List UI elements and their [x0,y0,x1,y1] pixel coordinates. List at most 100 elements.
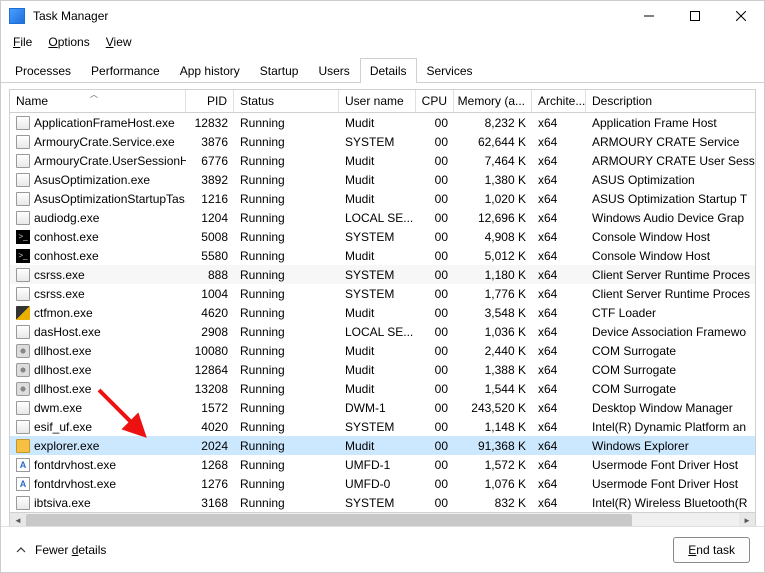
process-desc: Windows Explorer [586,439,755,453]
table-row[interactable]: Afontdrvhost.exe1276RunningUMFD-0001,076… [10,474,755,493]
table-row[interactable]: dwm.exe1572RunningDWM-100243,520 Kx64Des… [10,398,755,417]
process-pid: 10080 [186,344,234,358]
table-row[interactable]: dasHost.exe2908RunningLOCAL SE...001,036… [10,322,755,341]
process-pid: 1004 [186,287,234,301]
process-desc: Console Window Host [586,230,755,244]
process-arch: x64 [532,249,586,263]
table-row[interactable]: Afontdrvhost.exe1268RunningUMFD-1001,572… [10,455,755,474]
process-status: Running [234,439,339,453]
tab-performance[interactable]: Performance [81,58,170,83]
table-row[interactable]: csrss.exe888RunningSYSTEM001,180 Kx64Cli… [10,265,755,284]
table-row[interactable]: ctfmon.exe4620RunningMudit003,548 Kx64CT… [10,303,755,322]
process-pid: 1276 [186,477,234,491]
minimize-button[interactable] [626,1,672,31]
table-row[interactable]: AsusOptimization.exe3892RunningMudit001,… [10,170,755,189]
process-arch: x64 [532,173,586,187]
process-desc: ASUS Optimization [586,173,755,187]
process-memory: 7,464 K [454,154,532,168]
app-icon [9,8,25,24]
table-row[interactable]: dllhost.exe10080RunningMudit002,440 Kx64… [10,341,755,360]
process-cpu: 00 [416,496,454,510]
col-cpu[interactable]: CPU [416,90,454,112]
process-memory: 1,776 K [454,287,532,301]
menu-options[interactable]: Options [40,32,97,52]
col-pid[interactable]: PID [186,90,234,112]
process-cpu: 00 [416,401,454,415]
process-arch: x64 [532,306,586,320]
table-row[interactable]: ApplicationFrameHost.exe12832RunningMudi… [10,113,755,132]
process-desc: CTF Loader [586,306,755,320]
process-name: fontdrvhost.exe [34,458,116,472]
table-row[interactable]: >_conhost.exe5580RunningMudit005,012 Kx6… [10,246,755,265]
tab-processes[interactable]: Processes [5,58,81,83]
end-task-button[interactable]: End task [673,537,750,563]
process-desc: Intel(R) Dynamic Platform an [586,420,755,434]
process-memory: 1,544 K [454,382,532,396]
process-arch: x64 [532,230,586,244]
process-desc: ARMOURY CRATE Service [586,135,755,149]
close-button[interactable] [718,1,764,31]
process-desc: Windows Audio Device Grap [586,211,755,225]
col-status[interactable]: Status [234,90,339,112]
table-row[interactable]: audiodg.exe1204RunningLOCAL SE...0012,69… [10,208,755,227]
col-user[interactable]: User name [339,90,416,112]
col-architecture[interactable]: Archite... [532,90,586,112]
chevron-up-icon [15,544,27,556]
process-arch: x64 [532,325,586,339]
table-row[interactable]: ArmouryCrate.UserSessionH...6776RunningM… [10,151,755,170]
process-memory: 243,520 K [454,401,532,415]
fewer-details-button[interactable]: Fewer details [15,543,106,557]
process-icon [16,287,30,301]
process-name: ApplicationFrameHost.exe [34,116,175,130]
process-pid: 888 [186,268,234,282]
process-pid: 12864 [186,363,234,377]
process-memory: 91,368 K [454,439,532,453]
process-arch: x64 [532,401,586,415]
menu-view[interactable]: View [98,32,140,52]
tab-details[interactable]: Details [360,58,417,83]
tab-services[interactable]: Services [417,58,483,83]
col-memory[interactable]: Memory (a... [454,90,532,112]
process-cpu: 00 [416,154,454,168]
menu-file[interactable]: File [5,32,40,52]
process-pid: 4020 [186,420,234,434]
tab-app-history[interactable]: App history [170,58,250,83]
process-desc: COM Surrogate [586,363,755,377]
maximize-button[interactable] [672,1,718,31]
table-row[interactable]: esif_uf.exe4020RunningSYSTEM001,148 Kx64… [10,417,755,436]
col-description[interactable]: Description [586,90,755,112]
table-row[interactable]: csrss.exe1004RunningSYSTEM001,776 Kx64Cl… [10,284,755,303]
process-cpu: 00 [416,325,454,339]
process-desc: COM Surrogate [586,344,755,358]
process-pid: 12832 [186,116,234,130]
process-arch: x64 [532,135,586,149]
table-row[interactable]: dllhost.exe12864RunningMudit001,388 Kx64… [10,360,755,379]
table-row[interactable]: ibtsiva.exe3168RunningSYSTEM00832 Kx64In… [10,493,755,512]
process-icon [16,268,30,282]
table-row[interactable]: >_conhost.exe5008RunningSYSTEM004,908 Kx… [10,227,755,246]
process-icon: >_ [16,249,30,263]
process-cpu: 00 [416,116,454,130]
process-list[interactable]: ApplicationFrameHost.exe12832RunningMudi… [9,113,756,513]
table-row[interactable]: ArmouryCrate.Service.exe3876RunningSYSTE… [10,132,755,151]
process-status: Running [234,211,339,225]
col-name[interactable]: Name [10,90,186,112]
table-row[interactable]: AsusOptimizationStartupTas...1216Running… [10,189,755,208]
process-status: Running [234,287,339,301]
process-status: Running [234,477,339,491]
process-desc: Client Server Runtime Proces [586,268,755,282]
process-arch: x64 [532,420,586,434]
process-icon [16,192,30,206]
process-desc: Console Window Host [586,249,755,263]
table-row[interactable]: explorer.exe2024RunningMudit0091,368 Kx6… [10,436,755,455]
tab-users[interactable]: Users [308,58,359,83]
process-cpu: 00 [416,268,454,282]
process-memory: 3,548 K [454,306,532,320]
process-memory: 4,908 K [454,230,532,244]
process-icon [16,306,30,320]
process-icon [16,325,30,339]
process-desc: ARMOURY CRATE User Sessi [586,154,755,168]
table-row[interactable]: dllhost.exe13208RunningMudit001,544 Kx64… [10,379,755,398]
tab-startup[interactable]: Startup [250,58,309,83]
titlebar: Task Manager [1,1,764,31]
